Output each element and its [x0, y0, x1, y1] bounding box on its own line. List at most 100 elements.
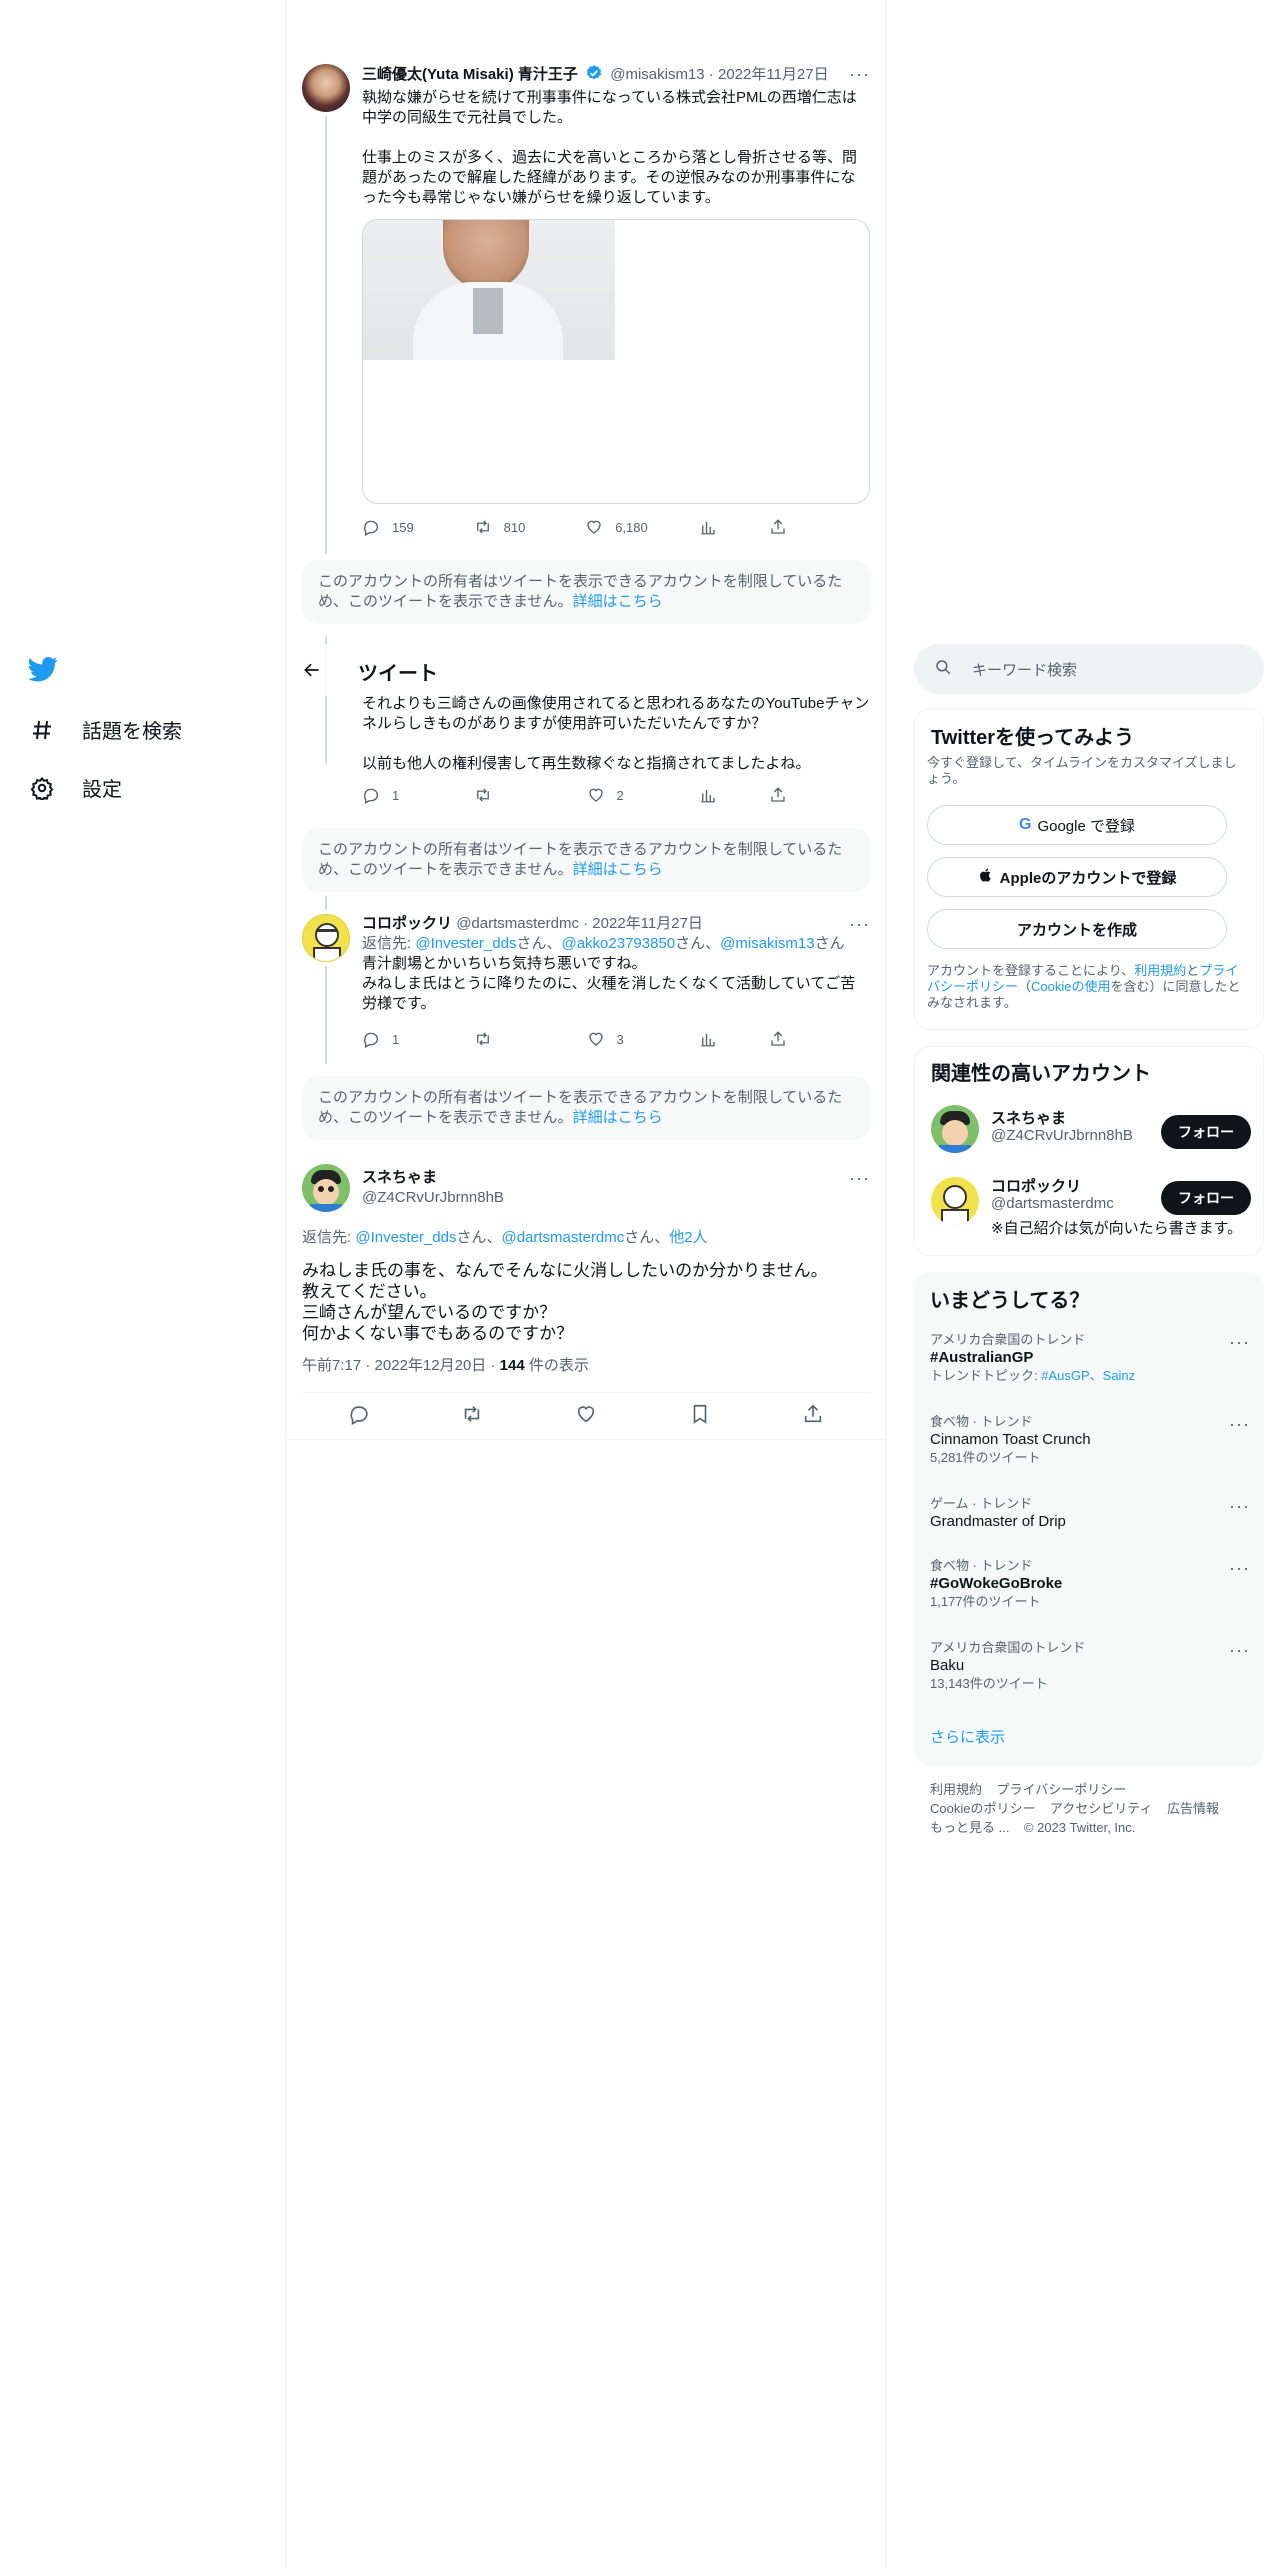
more-icon[interactable]: ··· — [849, 1168, 870, 1189]
share-button[interactable] — [769, 518, 787, 536]
author-name[interactable]: 三崎優太(Yuta Misaki) 青汁王子 — [362, 66, 578, 83]
create-account-button[interactable]: アカウントを作成 — [927, 909, 1227, 949]
footer-terms[interactable]: 利用規約 — [930, 1782, 982, 1797]
tweet-date[interactable]: 2022年11月27日 — [592, 915, 703, 932]
trend-count: 13,143件のツイート — [930, 1676, 1048, 1691]
like-button[interactable]: 3 — [587, 1030, 647, 1048]
twitter-logo-icon[interactable] — [28, 654, 62, 688]
trend-item[interactable]: ゲーム · トレンド Grandmaster of Drip ··· — [930, 1496, 1250, 1532]
search-bar[interactable]: キーワード検索 — [914, 644, 1264, 694]
learn-more-link[interactable]: 詳細はこちら — [573, 1109, 663, 1126]
show-more-link[interactable]: さらに表示 — [930, 1726, 1005, 1747]
trend-item[interactable]: 食べ物 · トレンド Cinnamon Toast Crunch 5,281件の… — [930, 1414, 1250, 1466]
heart-icon — [577, 1405, 595, 1422]
mention-link[interactable]: @Invester_dds — [415, 935, 516, 952]
bookmark-button[interactable] — [689, 1403, 711, 1430]
trend-item[interactable]: 食べ物 · トレンド #GoWokeGoBroke 1,177件のツイート ··… — [930, 1558, 1250, 1610]
share-button[interactable] — [802, 1403, 824, 1430]
avatar[interactable] — [302, 64, 350, 112]
trend-count: 1,177件のツイート — [930, 1594, 1041, 1609]
like-button[interactable]: 6,180 — [585, 518, 648, 536]
footer-more[interactable]: もっと見る ... — [930, 1820, 1009, 1835]
mention-link[interactable]: @Invester_dds — [355, 1229, 456, 1246]
nav-explore[interactable]: 話題を検索 — [28, 715, 182, 744]
nav-explore-label: 話題を検索 — [82, 721, 182, 743]
learn-more-link[interactable]: 詳細はこちら — [573, 861, 663, 878]
follow-button[interactable]: フォロー — [1161, 1115, 1251, 1149]
author-handle[interactable]: @misakism13 — [610, 66, 704, 83]
more-icon[interactable]: ··· — [1229, 1332, 1250, 1353]
related-account[interactable]: スネちゃま @Z4CRvUrJbrnn8hB フォロー — [915, 1103, 1265, 1163]
restricted-notice: このアカウントの所有者はツイートを表示できるアカウントを制限しているため、このツ… — [302, 1076, 870, 1140]
terms-link[interactable]: 利用規約 — [1134, 963, 1186, 978]
follow-button[interactable]: フォロー — [1161, 1181, 1251, 1215]
tweet-date[interactable]: 2022年11月27日 — [718, 66, 829, 83]
apple-signup-button[interactable]: Appleのアカウントで登録 — [927, 857, 1227, 897]
more-icon[interactable]: ··· — [849, 64, 870, 85]
author-handle[interactable]: @Z4CRvUrJbrnn8hB — [362, 1188, 504, 1208]
google-signup-button[interactable]: G Google で登録 — [927, 805, 1227, 845]
like-button[interactable] — [575, 1403, 597, 1430]
tweet-misaki[interactable]: 三崎優太(Yuta Misaki) 青汁王子 @misakism13 · 202… — [302, 64, 870, 554]
more-icon[interactable]: ··· — [1229, 1414, 1250, 1435]
retweet-button[interactable] — [474, 786, 534, 804]
tweet-reply-1[interactable]: それよりも三崎さんの画像使用されてると思われるあなたのYouTubeチャンネルら… — [302, 636, 870, 814]
tweet-date[interactable]: 2022年12月20日 — [375, 1357, 487, 1374]
cookie-link[interactable]: Cookieの使用 — [1031, 979, 1110, 994]
tweet-time[interactable]: 午前7:17 — [302, 1357, 361, 1374]
bookmark-icon — [693, 1404, 706, 1424]
reply-button[interactable]: 1 — [362, 1030, 422, 1048]
trend-item[interactable]: アメリカ合衆国のトレンド #AustralianGP トレンドトピック: #Au… — [930, 1332, 1250, 1384]
nav-settings[interactable]: 設定 — [28, 773, 122, 802]
author-name[interactable]: スネちゃま — [362, 1168, 504, 1188]
retweet-button[interactable] — [474, 1030, 534, 1048]
avatar[interactable] — [931, 1177, 979, 1225]
author-name[interactable]: コロポックリ — [362, 915, 452, 932]
more-icon[interactable]: ··· — [1229, 1640, 1250, 1661]
back-arrow-icon[interactable] — [298, 656, 326, 684]
more-icon[interactable]: ··· — [1229, 1558, 1250, 1579]
views-button[interactable] — [699, 518, 717, 536]
like-count: 3 — [616, 1031, 624, 1047]
apple-icon — [978, 867, 994, 887]
tweet-text: 青汁劇場とかいちいち気持ち悪いですね。 みねしま氏はとうに降りたのに、火種を消し… — [362, 955, 856, 1012]
footer-cookie[interactable]: Cookieのポリシー — [930, 1801, 1035, 1816]
mention-link[interactable]: @misakism13 — [720, 935, 814, 952]
like-button[interactable]: 2 — [587, 786, 647, 804]
more-icon[interactable]: ··· — [1229, 1496, 1250, 1517]
divider — [286, 1439, 886, 1440]
others-link[interactable]: 他2人 — [669, 1229, 707, 1246]
reply-to-line: 返信先: @Invester_ddsさん、@akko23793850さん、@mi… — [362, 935, 845, 952]
avatar[interactable] — [931, 1105, 979, 1153]
mention-link[interactable]: @akko23793850 — [561, 935, 675, 952]
tweet-koropokkuri[interactable]: コロポックリ @dartsmasterdmc · 2022年11月27日 ···… — [302, 896, 870, 1064]
avatar[interactable] — [302, 1164, 350, 1212]
mention-link[interactable]: @dartsmasterdmc — [501, 1229, 624, 1246]
share-button[interactable] — [769, 1030, 787, 1048]
trend-item[interactable]: アメリカ合衆国のトレンド Baku 13,143件のツイート ··· — [930, 1640, 1250, 1692]
share-button[interactable] — [769, 786, 787, 804]
learn-more-link[interactable]: 詳細はこちら — [573, 593, 663, 610]
retweet-button[interactable] — [461, 1403, 483, 1430]
reply-button[interactable]: 1 — [362, 786, 422, 804]
related-account[interactable]: コロポックリ @dartsmasterdmc ※自己紹介は気が向いたら書きます。… — [915, 1175, 1265, 1245]
footer-privacy[interactable]: プライバシーポリシー — [996, 1782, 1126, 1797]
views-button[interactable] — [699, 786, 717, 804]
footer-accessibility[interactable]: アクセシビリティ — [1050, 1801, 1153, 1816]
tweet-media[interactable] — [362, 219, 870, 504]
retweet-button[interactable]: 810 — [474, 518, 534, 536]
focused-tweet: スネちゃま @Z4CRvUrJbrnn8hB ··· 返信先: @Investe… — [286, 1164, 886, 1440]
views-button[interactable] — [699, 1030, 717, 1048]
reply-button[interactable] — [348, 1403, 370, 1430]
search-input[interactable]: キーワード検索 — [972, 659, 1077, 680]
footer-ads[interactable]: 広告情報 — [1167, 1801, 1219, 1816]
trend-topic-link[interactable]: #AusGP、Sainz — [1041, 1368, 1135, 1383]
tweet-text: みねしま氏の事を、なんでそんなに火消ししたいのか分かりません。 教えてください。… — [302, 1261, 828, 1343]
verified-badge-icon — [585, 64, 603, 88]
trends-panel: いまどうしてる？ アメリカ合衆国のトレンド #AustralianGP トレンド… — [914, 1272, 1264, 1766]
view-count: 144 — [499, 1357, 525, 1374]
avatar[interactable] — [302, 914, 350, 962]
more-icon[interactable]: ··· — [849, 914, 870, 935]
author-handle[interactable]: @dartsmasterdmc — [456, 915, 579, 932]
reply-button[interactable]: 159 — [362, 518, 422, 536]
